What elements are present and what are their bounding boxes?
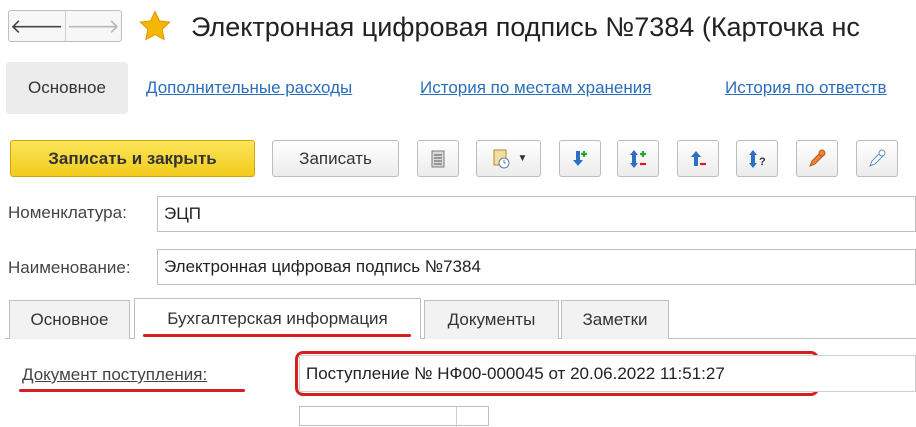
label-highlight-underline [19,389,245,392]
name-label: Наименование: [8,258,131,277]
sort-help-button[interactable]: ? [736,140,778,177]
tab-notes[interactable]: Заметки [561,300,669,339]
section-link-storage-history[interactable]: История по местам хранения [420,78,651,98]
save-and-close-button[interactable]: Записать и закрыть [10,140,255,177]
move-up-remove-icon [691,150,706,166]
sort-add-remove-icon [630,149,646,168]
edit-pencil-icon [809,149,826,167]
move-down-add-button[interactable] [559,140,601,177]
tab-accounting[interactable]: Бухгалтерская информация [134,298,421,339]
move-down-add-icon [573,150,587,166]
next-field-partial[interactable] [299,406,489,427]
nomenclature-label: Номенклатура: [8,203,127,222]
field-separator [456,407,457,427]
svg-text:?: ? [759,156,766,168]
report-clock-icon [493,149,510,168]
edit-light-button[interactable] [856,140,898,177]
list-button[interactable] [417,140,459,177]
section-link-responsible-history[interactable]: История по ответств [725,78,887,98]
back-arrow-icon: 🡐 [9,15,64,38]
chevron-down-icon: ▼ [517,153,528,164]
tab-highlight-underline [143,334,411,337]
nav-button-group: 🡐 🡒 [8,10,122,42]
forward-button[interactable]: 🡒 [64,11,122,41]
receipt-document-field[interactable]: Поступление № НФ00-000045 от 20.06.2022 … [299,355,916,392]
edit-pencil-light-icon [869,149,886,167]
favorite-star-icon[interactable] [138,9,172,43]
sort-help-icon: ? [749,149,766,168]
sort-add-remove-button[interactable] [617,140,659,177]
tab-main[interactable]: Основное [9,300,130,339]
forward-arrow-icon: 🡒 [66,15,121,38]
move-up-remove-button[interactable] [677,140,719,177]
list-icon [431,150,445,167]
section-link-extra-costs[interactable]: Дополнительные расходы [146,78,352,98]
receipt-document-label: Документ поступления: [22,365,208,384]
save-button[interactable]: Записать [272,140,399,177]
back-button[interactable]: 🡐 [9,11,65,41]
nomenclature-field[interactable]: ЭЦП [157,196,916,232]
report-dropdown-button[interactable]: ▼ [476,140,541,177]
tab-documents[interactable]: Документы [424,300,559,339]
window-title: Электронная цифровая подпись №7384 (Карт… [191,12,860,42]
section-main[interactable]: Основное [6,62,128,114]
name-field[interactable]: Электронная цифровая подпись №7384 [157,249,916,285]
edit-button[interactable] [796,140,838,177]
